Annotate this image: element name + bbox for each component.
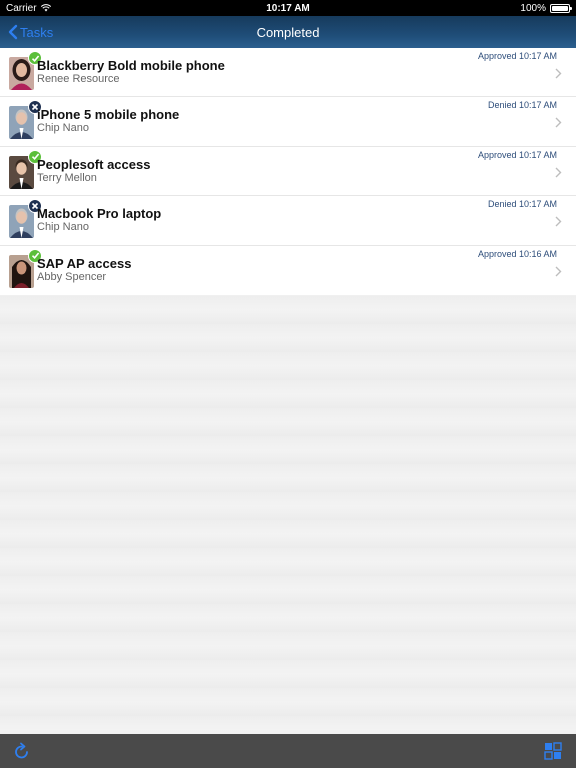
task-status: Approved 10:17 AM (477, 51, 557, 61)
empty-list-area (0, 296, 576, 734)
task-row[interactable]: iPhone 5 mobile phone Chip Nano Denied 1… (0, 97, 576, 147)
chevron-right-icon (555, 216, 562, 227)
task-status: Approved 10:17 AM (477, 149, 557, 160)
carrier-label: Carrier (6, 2, 37, 14)
task-requester: Renee Resource (37, 73, 120, 85)
chevron-right-icon (555, 266, 562, 277)
task-row[interactable]: Peoplesoft access Terry Mellon Approved … (0, 147, 576, 197)
avatar (9, 100, 42, 140)
navigation-bar: Tasks Completed (0, 16, 576, 48)
task-row[interactable]: Blackberry Bold mobile phone Renee Resou… (0, 48, 576, 98)
task-title: iPhone 5 mobile phone (37, 107, 180, 123)
task-requester: Abby Spencer (37, 270, 107, 283)
task-row-text: SAP AP access Abby Spencer (37, 256, 131, 284)
battery-percent: 100% (520, 2, 546, 14)
task-title: Macbook Pro laptop (37, 206, 162, 222)
task-row[interactable]: SAP AP access Abby Spencer Approved 10:1… (0, 246, 576, 295)
task-requester: Terry Mellon (37, 171, 97, 184)
task-title: SAP AP access (37, 255, 132, 271)
status-right: 100% (520, 2, 572, 14)
avatar (9, 51, 42, 90)
chevron-right-icon (555, 68, 562, 79)
task-title: Blackberry Bold mobile phone (37, 58, 225, 73)
wifi-icon (40, 4, 51, 12)
task-row-text: iPhone 5 mobile phone Chip Nano (37, 107, 179, 135)
task-row-text: Blackberry Bold mobile phone Renee Resou… (37, 58, 225, 86)
task-status: Denied 10:17 AM (487, 100, 557, 111)
task-requester: Chip Nano (37, 221, 89, 234)
page-title: Completed (256, 24, 320, 40)
task-status: Approved 10:16 AM (477, 248, 557, 259)
back-button-label: Tasks (20, 24, 54, 40)
chevron-right-icon (555, 167, 562, 178)
avatar (9, 199, 42, 239)
task-status: Denied 10:17 AM (487, 199, 557, 210)
refresh-icon (15, 742, 28, 759)
completed-task-list: Blackberry Bold mobile phone Renee Resou… (0, 48, 576, 295)
grid-icon (544, 742, 562, 760)
back-button[interactable]: Tasks (8, 16, 53, 48)
task-title: Peoplesoft access (37, 156, 151, 172)
avatar (9, 149, 42, 189)
task-requester: Chip Nano (37, 122, 89, 135)
status-bar: Carrier 10:17 AM 100% (0, 0, 576, 16)
refresh-button[interactable] (14, 742, 30, 765)
task-row-text: Macbook Pro laptop Chip Nano (37, 206, 161, 234)
avatar (9, 248, 42, 288)
chevron-right-icon (555, 117, 562, 128)
bottom-toolbar (0, 734, 576, 768)
task-row-text: Peoplesoft access Terry Mellon (37, 157, 150, 185)
battery-icon (550, 3, 572, 13)
grid-view-button[interactable] (544, 742, 562, 765)
status-left: Carrier (6, 3, 520, 14)
task-row[interactable]: Macbook Pro laptop Chip Nano Denied 10:1… (0, 196, 576, 246)
chevron-left-icon (8, 24, 18, 40)
